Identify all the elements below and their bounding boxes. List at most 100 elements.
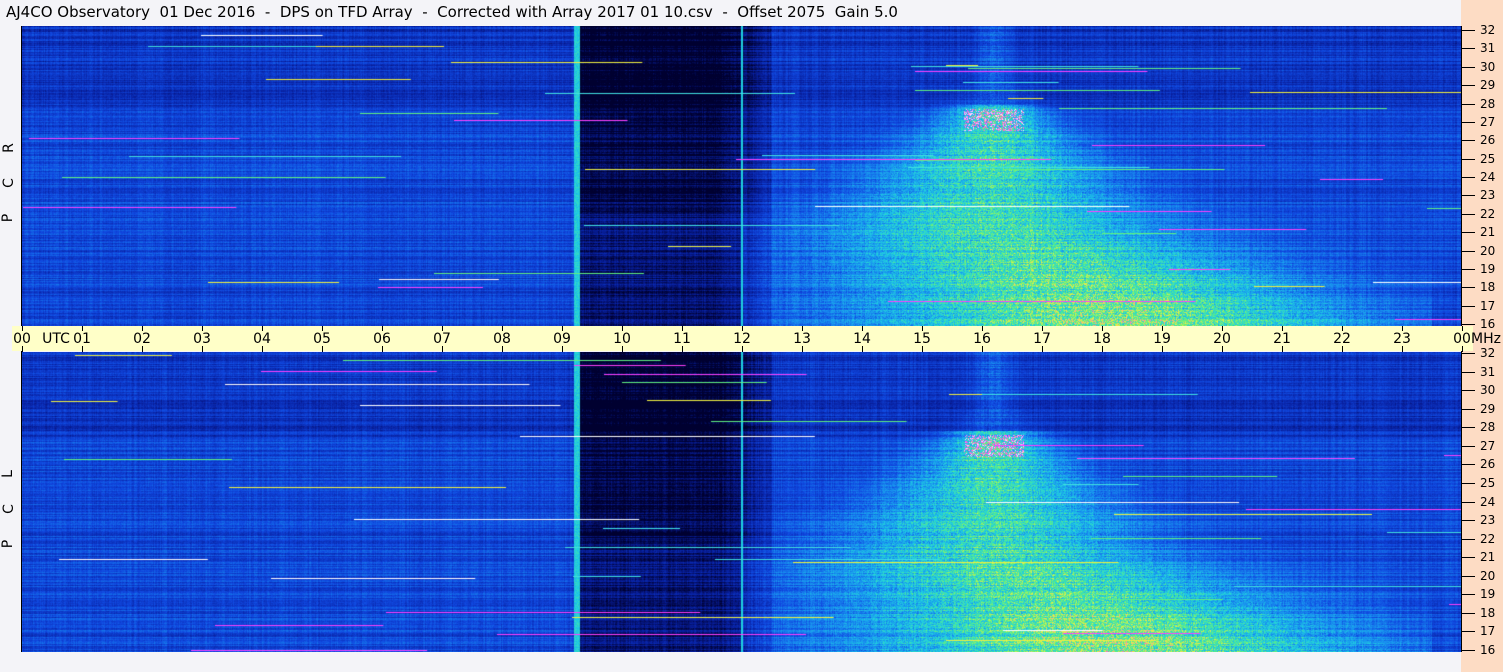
frequency-tick-label: 27 (1480, 438, 1496, 453)
frequency-tick (1462, 408, 1475, 410)
time-tick-label: 06 (373, 331, 391, 347)
frequency-tick-label: 26 (1480, 457, 1496, 472)
time-tick-label: 08 (493, 331, 511, 347)
polarization-label: L (0, 470, 16, 478)
time-tick-label: 18 (1093, 331, 1111, 347)
polarization-label: P (0, 213, 17, 223)
frequency-tick (1462, 575, 1475, 577)
frequency-tick-label: 32 (1480, 346, 1496, 360)
time-tick-label: 04 (253, 331, 271, 347)
frequency-tick (1462, 538, 1475, 540)
frequency-tick (1462, 464, 1475, 466)
frequency-tick-label: 23 (1480, 513, 1496, 528)
frequency-tick (1462, 305, 1475, 307)
frequency-tick-label: 32 (1480, 23, 1496, 37)
time-tick-label: 12 (733, 331, 751, 347)
frequency-tick (1462, 268, 1475, 270)
frequency-tick (1462, 177, 1475, 178)
frequency-tick-label: 30 (1480, 59, 1496, 74)
frequency-tick (1462, 353, 1475, 354)
time-tick-label: 05 (313, 331, 331, 347)
time-tick-label: 23 (1393, 331, 1411, 347)
frequency-tick-label: 29 (1480, 78, 1496, 93)
frequency-tick-label: 29 (1480, 401, 1496, 416)
time-tick-label: 01 (73, 331, 91, 347)
frequency-tick (1462, 324, 1475, 325)
frequency-tick-label: 31 (1480, 41, 1496, 56)
time-tick-label: 00 (13, 331, 31, 347)
frequency-tick (1462, 650, 1475, 651)
frequency-tick (1462, 594, 1475, 596)
time-tick-label: 11 (673, 331, 691, 347)
frequency-tick-label: 16 (1480, 317, 1496, 331)
frequency-tick-label: 27 (1480, 114, 1496, 129)
time-tick-label: 16 (973, 331, 991, 347)
frequency-tick (1462, 121, 1475, 123)
frequency-tick-label: 25 (1480, 151, 1496, 166)
frequency-tick (1462, 158, 1475, 160)
lcp-spectrogram (22, 352, 1461, 652)
frequency-tick (1462, 612, 1475, 614)
time-tick-label: 21 (1273, 331, 1291, 347)
time-tick-label: 14 (853, 331, 871, 347)
rcp-spectrogram (22, 26, 1461, 326)
frequency-tick-label: 25 (1480, 475, 1496, 490)
frequency-tick (1462, 390, 1475, 392)
frequency-tick-label: 23 (1480, 188, 1496, 203)
frequency-tick-label: 24 (1480, 170, 1496, 184)
time-tick-label: 20 (1213, 331, 1231, 347)
frequency-tick (1462, 30, 1475, 31)
frequency-tick (1462, 66, 1475, 68)
frequency-tick (1462, 501, 1475, 503)
frequency-tick-label: 18 (1480, 605, 1496, 620)
time-tick-label: 07 (433, 331, 451, 347)
time-tick-label: 10 (613, 331, 631, 347)
frequency-tick-label: 31 (1480, 364, 1496, 379)
frequency-tick-label: 30 (1480, 383, 1496, 398)
frequency-tick (1462, 520, 1475, 522)
frequency-tick-label: 16 (1480, 643, 1496, 657)
frequency-tick (1462, 287, 1475, 289)
frequency-tick (1462, 631, 1475, 633)
frequency-tick-label: 21 (1480, 225, 1496, 240)
frequency-tick-label: 18 (1480, 280, 1496, 295)
frequency-tick (1462, 482, 1475, 484)
frequency-tick (1462, 371, 1475, 373)
frequency-unit-label: MHz (1471, 331, 1501, 347)
time-tick-label: 17 (1033, 331, 1051, 347)
frequency-tick-label: 17 (1480, 298, 1496, 313)
frequency-tick (1462, 232, 1475, 234)
polarization-label: P (0, 539, 17, 549)
time-unit-label: UTC (42, 331, 70, 347)
time-tick-label: 22 (1333, 331, 1351, 347)
time-tick-label: 09 (553, 331, 571, 347)
frequency-tick (1462, 103, 1475, 105)
frequency-tick-label: 20 (1480, 243, 1496, 258)
frequency-tick (1462, 85, 1475, 87)
frequency-tick (1462, 195, 1475, 197)
frequency-tick-label: 28 (1480, 420, 1496, 435)
frequency-tick (1462, 213, 1475, 215)
frequency-tick-label: 17 (1480, 624, 1496, 639)
frequency-tick-label: 19 (1480, 587, 1496, 602)
frequency-tick-label: 22 (1480, 206, 1496, 221)
window-title: AJ4CO Observatory 01 Dec 2016 - DPS on T… (6, 3, 898, 21)
polarization-label: R (0, 143, 17, 153)
time-tick-label: 13 (793, 331, 811, 347)
frequency-tick (1462, 557, 1475, 559)
frequency-tick-label: 19 (1480, 261, 1496, 276)
polarization-label: C (0, 178, 17, 188)
time-tick-label: 19 (1153, 331, 1171, 347)
frequency-tick-label: 24 (1480, 494, 1496, 509)
frequency-tick (1462, 250, 1475, 252)
time-tick-label: 02 (133, 331, 151, 347)
frequency-tick (1462, 140, 1475, 142)
frequency-tick (1462, 445, 1475, 447)
time-tick-label: 15 (913, 331, 931, 347)
frequency-tick-label: 22 (1480, 531, 1496, 546)
frequency-tick (1462, 427, 1475, 429)
time-tick-label: 03 (193, 331, 211, 347)
frequency-tick-label: 21 (1480, 550, 1496, 565)
frequency-tick-label: 26 (1480, 133, 1496, 148)
frequency-tick-label: 20 (1480, 568, 1496, 583)
